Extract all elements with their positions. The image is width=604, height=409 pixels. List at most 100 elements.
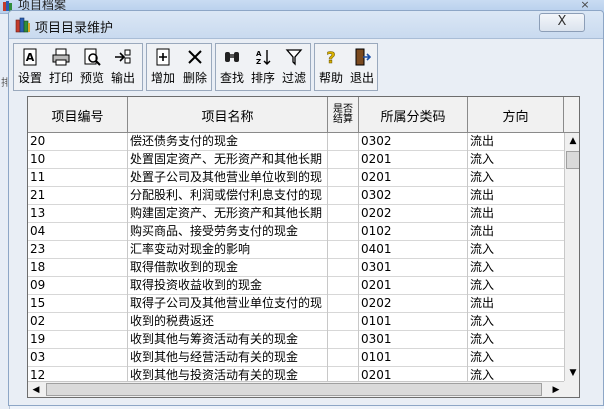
filter-button[interactable]: 过滤: [279, 45, 309, 89]
table-row[interactable]: 18 取得借款收到的现金 0301 流入: [28, 259, 564, 277]
horizontal-scrollbar[interactable]: ◀ ▶: [28, 381, 564, 397]
cell-id[interactable]: 09: [28, 277, 128, 295]
find-button[interactable]: 查找: [217, 45, 247, 89]
add-button[interactable]: 增加: [148, 45, 178, 89]
cell-id[interactable]: 21: [28, 187, 128, 205]
cell-direction[interactable]: 流入: [468, 331, 564, 349]
cell-id[interactable]: 19: [28, 331, 128, 349]
column-header-direction[interactable]: 方向: [468, 97, 564, 133]
table-row[interactable]: 23 汇率变动对现金的影响 0401 流入: [28, 241, 564, 259]
horizontal-scroll-thumb[interactable]: [46, 383, 542, 396]
project-grid[interactable]: 项目编号 项目名称 是否结算 所属分类码 方向 20 偿还债务支付的现金 0302 流…: [27, 96, 580, 398]
scroll-down-arrow-icon[interactable]: ▼: [565, 365, 579, 381]
cell-id[interactable]: 15: [28, 295, 128, 313]
cell-name[interactable]: 取得投资收益收到的现金: [128, 277, 328, 295]
cell-direction[interactable]: 流出: [468, 205, 564, 223]
cell-name[interactable]: 偿还债务支付的现金: [128, 133, 328, 151]
sort-button[interactable]: A Z 排序: [248, 45, 278, 89]
cell-id[interactable]: 11: [28, 169, 128, 187]
cell-settled[interactable]: [328, 295, 359, 313]
cell-direction[interactable]: 流入: [468, 241, 564, 259]
cell-settled[interactable]: [328, 277, 359, 295]
table-row[interactable]: 15 取得子公司及其他营业单位支付的现 0202 流出: [28, 295, 564, 313]
cell-category[interactable]: 0302: [359, 133, 468, 151]
cell-name[interactable]: 处置固定资产、无形资产和其他长期: [128, 151, 328, 169]
cell-settled[interactable]: [328, 133, 359, 151]
cell-name[interactable]: 购建固定资产、无形资产和其他长期: [128, 205, 328, 223]
cell-direction[interactable]: 流出: [468, 223, 564, 241]
print-button[interactable]: 打印: [46, 45, 76, 89]
column-header-settled[interactable]: 是否结算: [328, 97, 359, 133]
cell-direction[interactable]: 流入: [468, 259, 564, 277]
table-row[interactable]: 19 收到其他与筹资活动有关的现金 0301 流入: [28, 331, 564, 349]
cell-settled[interactable]: [328, 331, 359, 349]
scroll-right-arrow-icon[interactable]: ▶: [548, 382, 564, 397]
settings-button[interactable]: A 设置: [15, 45, 45, 89]
table-row[interactable]: 13 购建固定资产、无形资产和其他长期 0202 流出: [28, 205, 564, 223]
cell-category[interactable]: 0101: [359, 349, 468, 367]
vertical-scroll-thumb[interactable]: [566, 151, 579, 169]
preview-button[interactable]: 预览: [77, 45, 107, 89]
cell-id[interactable]: 10: [28, 151, 128, 169]
cell-direction[interactable]: 流入: [468, 277, 564, 295]
cell-direction[interactable]: 流入: [468, 313, 564, 331]
cell-id[interactable]: 18: [28, 259, 128, 277]
cell-direction[interactable]: 流出: [468, 133, 564, 151]
table-row[interactable]: 21 分配股利、利润或偿付利息支付的现 0302 流出: [28, 187, 564, 205]
cell-name[interactable]: 收到其他与经营活动有关的现金: [128, 349, 328, 367]
cell-name[interactable]: 购买商品、接受劳务支付的现金: [128, 223, 328, 241]
cell-name[interactable]: 取得借款收到的现金: [128, 259, 328, 277]
cell-settled[interactable]: [328, 241, 359, 259]
cell-direction[interactable]: 流出: [468, 187, 564, 205]
column-header-category[interactable]: 所属分类码: [359, 97, 468, 133]
cell-direction[interactable]: 流入: [468, 169, 564, 187]
cell-settled[interactable]: [328, 259, 359, 277]
cell-id[interactable]: 04: [28, 223, 128, 241]
cell-category[interactable]: 0401: [359, 241, 468, 259]
table-row[interactable]: 04 购买商品、接受劳务支付的现金 0102 流出: [28, 223, 564, 241]
cell-category[interactable]: 0201: [359, 151, 468, 169]
cell-name[interactable]: 收到其他与筹资活动有关的现金: [128, 331, 328, 349]
cell-id[interactable]: 13: [28, 205, 128, 223]
cell-category[interactable]: 0101: [359, 313, 468, 331]
export-button[interactable]: 输出: [108, 45, 138, 89]
vertical-scrollbar[interactable]: ▲ ▼: [564, 133, 579, 381]
cell-category[interactable]: 0202: [359, 205, 468, 223]
cell-settled[interactable]: [328, 313, 359, 331]
cell-id[interactable]: 03: [28, 349, 128, 367]
table-row[interactable]: 02 收到的税费返还 0101 流入: [28, 313, 564, 331]
scroll-left-arrow-icon[interactable]: ◀: [28, 382, 44, 397]
cell-id[interactable]: 02: [28, 313, 128, 331]
cell-name[interactable]: 取得子公司及其他营业单位支付的现: [128, 295, 328, 313]
exit-button[interactable]: 退出: [347, 45, 377, 89]
cell-settled[interactable]: [328, 223, 359, 241]
cell-category[interactable]: 0102: [359, 223, 468, 241]
cell-category[interactable]: 0202: [359, 295, 468, 313]
delete-button[interactable]: 删除: [180, 45, 210, 89]
cell-category[interactable]: 0301: [359, 259, 468, 277]
cell-id[interactable]: 23: [28, 241, 128, 259]
cell-settled[interactable]: [328, 187, 359, 205]
cell-category[interactable]: 0301: [359, 331, 468, 349]
close-button[interactable]: X: [539, 13, 585, 32]
column-header-id[interactable]: 项目编号: [28, 97, 128, 133]
dialog-titlebar[interactable]: 项目目录维护 X: [9, 11, 603, 39]
cell-category[interactable]: 0201: [359, 169, 468, 187]
cell-settled[interactable]: [328, 349, 359, 367]
column-header-name[interactable]: 项目名称: [128, 97, 328, 133]
table-row[interactable]: 10 处置固定资产、无形资产和其他长期 0201 流入: [28, 151, 564, 169]
cell-category[interactable]: 0302: [359, 187, 468, 205]
table-row[interactable]: 03 收到其他与经营活动有关的现金 0101 流入: [28, 349, 564, 367]
cell-id[interactable]: 20: [28, 133, 128, 151]
help-button[interactable]: ? 帮助: [316, 45, 346, 89]
cell-name[interactable]: 分配股利、利润或偿付利息支付的现: [128, 187, 328, 205]
table-row[interactable]: 09 取得投资收益收到的现金 0201 流入: [28, 277, 564, 295]
cell-name[interactable]: 收到的税费返还: [128, 313, 328, 331]
table-row[interactable]: 20 偿还债务支付的现金 0302 流出: [28, 133, 564, 151]
cell-direction[interactable]: 流入: [468, 349, 564, 367]
scroll-up-arrow-icon[interactable]: ▲: [565, 133, 579, 149]
cell-category[interactable]: 0201: [359, 277, 468, 295]
cell-direction[interactable]: 流出: [468, 295, 564, 313]
cell-name[interactable]: 处置子公司及其他营业单位收到的现: [128, 169, 328, 187]
cell-settled[interactable]: [328, 205, 359, 223]
